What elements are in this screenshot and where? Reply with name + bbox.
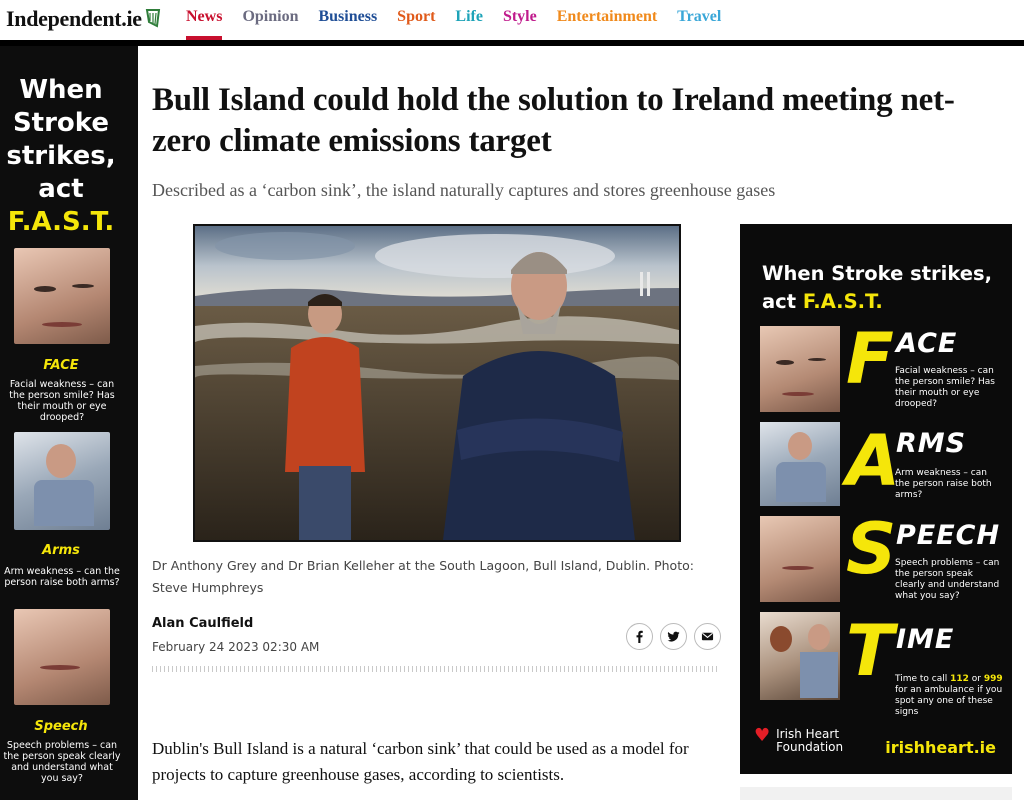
- ad-headline: When Stroke strikes, act F.A.S.T.: [0, 74, 122, 239]
- r-ad-word-arms: RMS: [896, 428, 967, 459]
- ad-arms-photo: [14, 432, 110, 530]
- ad-arms-text: Arm weakness – can the person raise both…: [4, 566, 120, 588]
- twitter-icon: [667, 631, 680, 642]
- below-ad-placeholder: [740, 787, 1012, 800]
- r-ad-word-speech: PEECH: [896, 520, 1001, 551]
- r-ad-letter-s: S: [846, 508, 897, 590]
- ad-speech-photo: [14, 609, 110, 705]
- facebook-icon: [636, 630, 643, 643]
- ad-face-title: FACE: [43, 358, 79, 373]
- ad-face-text: Facial weakness – can the person smile? …: [9, 379, 115, 423]
- ad-headline-text: When Stroke strikes, act: [6, 75, 116, 204]
- r-ad-face-photo: [760, 326, 840, 412]
- byline-divider: [152, 666, 720, 672]
- r-ad-speech-text: Speech problems – can the person speak c…: [895, 558, 1000, 601]
- ad-speech-text: Speech problems – can the person speak c…: [3, 740, 121, 784]
- author-name[interactable]: Alan Caulfield: [152, 616, 253, 631]
- article-standfirst: Described as a ‘carbon sink’, the island…: [152, 180, 776, 200]
- r-ad-word-face: ACE: [896, 328, 958, 359]
- ad-url[interactable]: irishheart.ie: [885, 738, 996, 757]
- r-ad-arms-photo: [760, 422, 840, 506]
- r-ad-time-text: Time to call 112 or 999 for an ambulance…: [895, 674, 1003, 717]
- hero-photo: [195, 226, 679, 540]
- left-skyscraper-ad[interactable]: When Stroke strikes, act F.A.S.T. FACE F…: [0, 46, 138, 800]
- r-ad-speech-photo: [760, 516, 840, 602]
- r-ad-headline: When Stroke strikes, act F.A.S.T.: [762, 260, 1002, 316]
- ad-headline-fast: F.A.S.T.: [7, 207, 115, 237]
- r-ad-word-time: IME: [896, 624, 955, 655]
- nav-item-business[interactable]: Business: [318, 8, 377, 40]
- harp-icon: [145, 9, 161, 28]
- main-nav: News Opinion Business Sport Life Style E…: [186, 8, 741, 40]
- nav-item-opinion[interactable]: Opinion: [242, 8, 298, 40]
- facebook-share-button[interactable]: [626, 623, 653, 650]
- heart-icon: ♥: [754, 725, 771, 746]
- ad-speech-title: Speech: [34, 719, 88, 734]
- r-ad-face-text: Facial weakness – can the person smile? …: [895, 366, 995, 409]
- nav-item-news[interactable]: News: [186, 8, 223, 40]
- nav-item-life[interactable]: Life: [455, 8, 483, 40]
- ad-arms-title: Arms: [42, 543, 80, 558]
- r-ad-letter-f: F: [846, 318, 894, 400]
- article-first-paragraph: Dublin's Bull Island is a natural ‘carbo…: [152, 739, 689, 784]
- nav-item-style[interactable]: Style: [503, 8, 537, 40]
- email-icon: [701, 632, 714, 641]
- email-share-button[interactable]: [694, 623, 721, 650]
- r-ad-time-photo: [760, 612, 840, 700]
- header-rule: [0, 40, 1024, 46]
- site-logo[interactable]: Independent.ie: [6, 6, 142, 32]
- right-mpu-ad[interactable]: When Stroke strikes, act F.A.S.T. F ACE …: [740, 224, 1012, 774]
- ad-face-photo: [14, 248, 110, 344]
- nav-item-sport[interactable]: Sport: [397, 8, 435, 40]
- irish-heart-logo: ♥ Irish Heart Foundation: [754, 725, 844, 754]
- r-ad-letter-a: A: [846, 420, 901, 502]
- r-ad-headline-fast: F.A.S.T.: [802, 290, 883, 313]
- r-ad-letter-t: T: [846, 610, 894, 692]
- publish-date: February 24 2023 02:30 AM: [152, 640, 320, 654]
- article-hero-image[interactable]: [193, 224, 681, 542]
- r-ad-arms-text: Arm weakness – can the person raise both…: [895, 468, 992, 500]
- article-headline: Bull Island could hold the solution to I…: [152, 82, 955, 159]
- image-caption: Dr Anthony Grey and Dr Brian Kelleher at…: [152, 558, 694, 595]
- nav-item-entertainment[interactable]: Entertainment: [557, 8, 657, 40]
- nav-item-travel[interactable]: Travel: [677, 8, 721, 40]
- twitter-share-button[interactable]: [660, 623, 687, 650]
- site-header: Independent.ie News Opinion Business Spo…: [0, 0, 1024, 46]
